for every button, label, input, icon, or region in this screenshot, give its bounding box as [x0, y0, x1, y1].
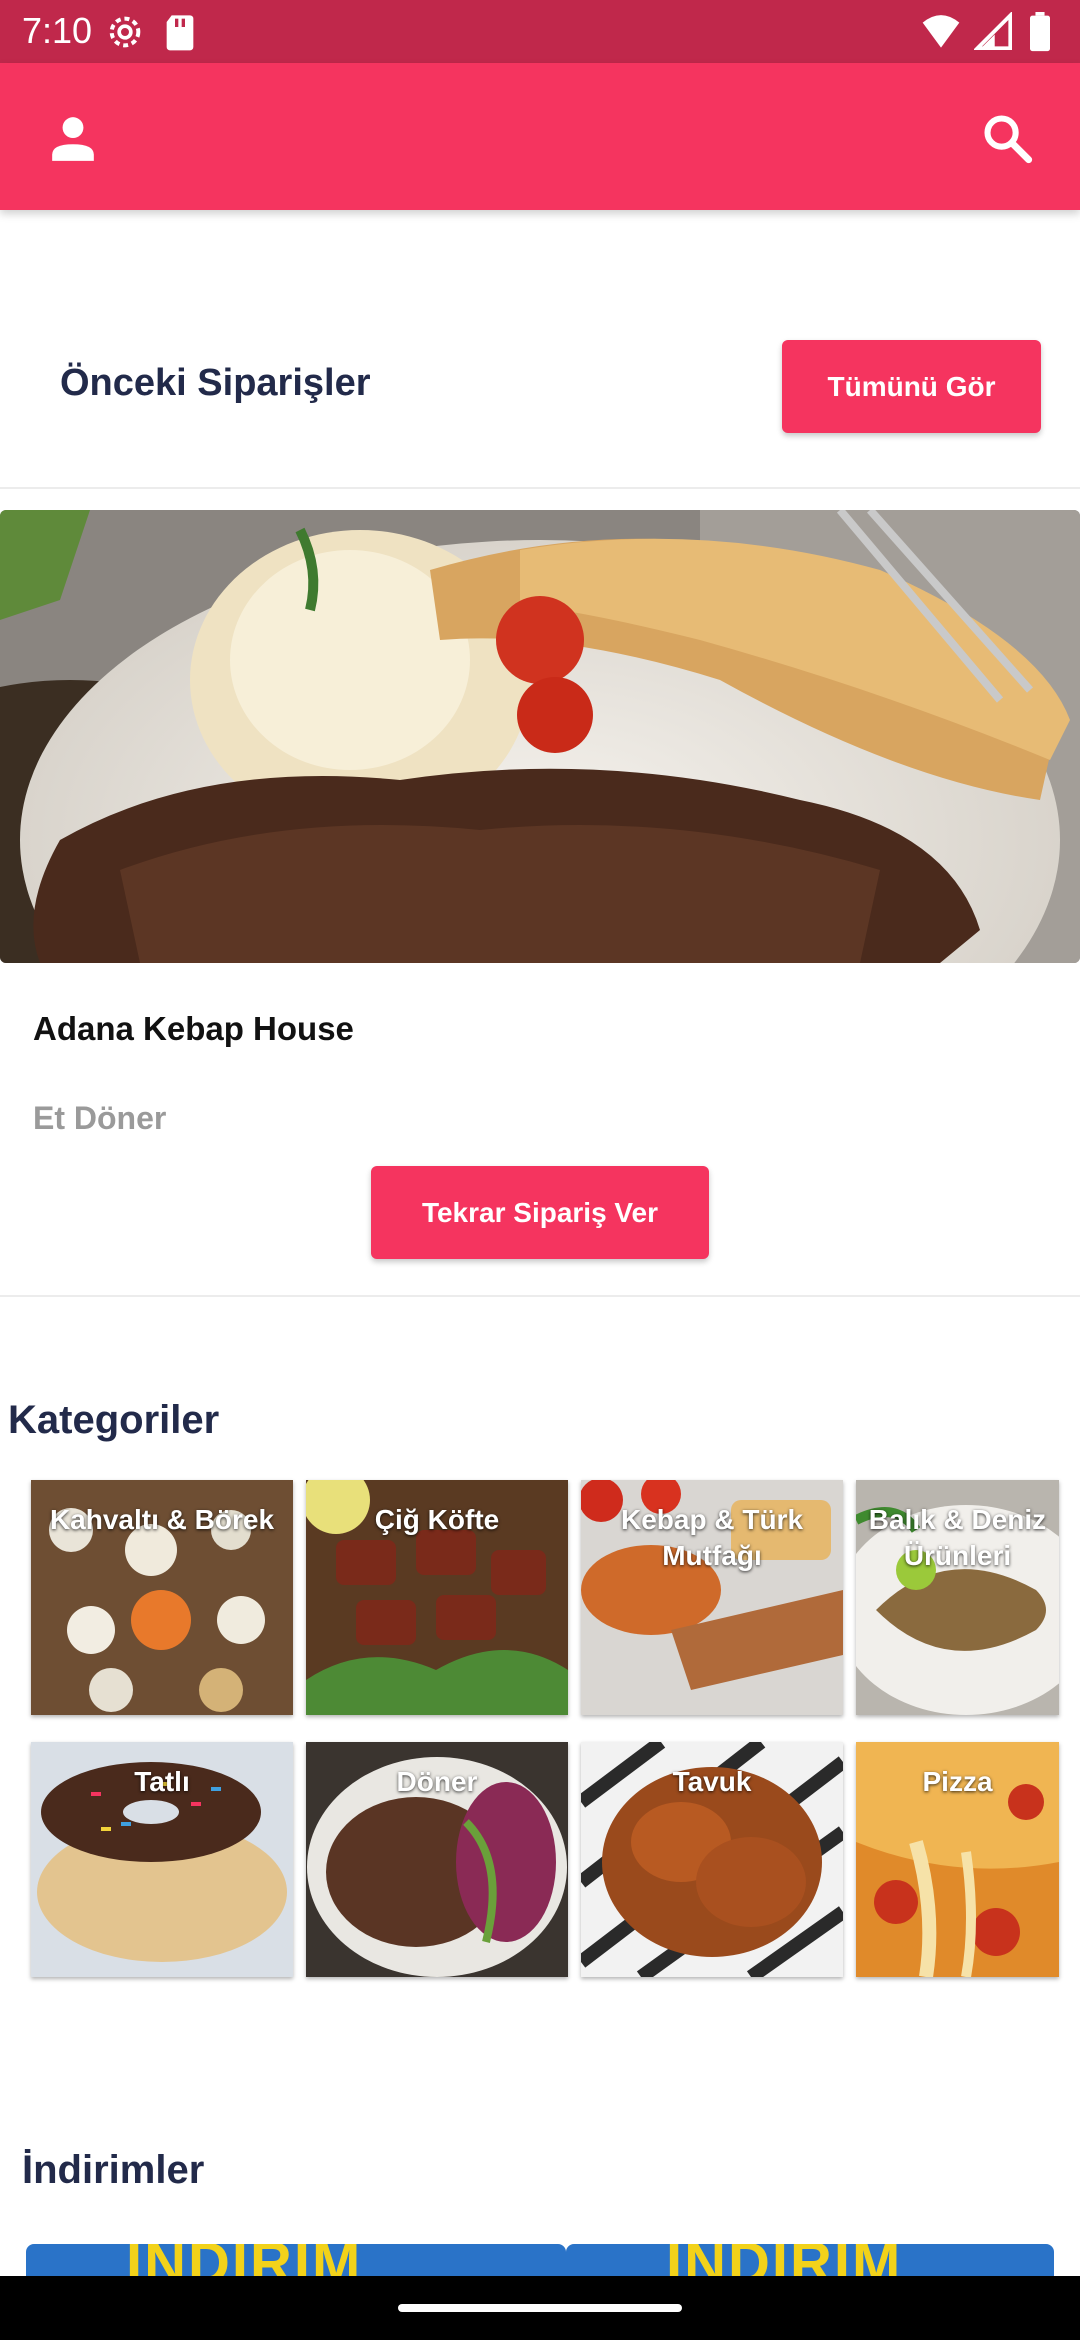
category-label: Pizza — [922, 1766, 993, 1797]
category-label: Çiğ Köfte — [374, 1504, 500, 1535]
category-tile-pizza[interactable]: Pizza — [856, 1742, 1059, 1977]
app-bar — [0, 63, 1080, 210]
category-label: Tatlı — [134, 1766, 190, 1797]
category-label: Tavuk — [672, 1766, 752, 1797]
category-label: Döner — [396, 1766, 478, 1797]
home-gesture-handle[interactable] — [398, 2304, 682, 2312]
settings-icon — [109, 16, 141, 48]
status-time: 7:10 — [22, 10, 93, 51]
category-tile-kebab[interactable]: Kebap & Türk Mutfağı — [581, 1480, 843, 1715]
category-tile-fish[interactable]: Balık & Deniz Ürünleri — [856, 1480, 1059, 1715]
category-tile-chicken[interactable]: Tavuk — [581, 1742, 843, 1977]
signal-icon — [972, 10, 1012, 51]
search-button[interactable] — [972, 103, 1042, 173]
doner-plate-image — [0, 510, 1080, 963]
category-label: Kahvaltı & Börek — [49, 1504, 275, 1535]
discount-banner[interactable]: İNDİRİM — [26, 2244, 566, 2276]
discounts-title: İndirimler — [22, 2148, 205, 2192]
order-image[interactable] — [0, 510, 1080, 963]
profile-button[interactable] — [38, 103, 108, 173]
status-bar: 7:10 — [0, 0, 1080, 63]
battery-icon — [1030, 12, 1050, 52]
category-tile-cig-kofte[interactable]: Çiğ Köfte — [306, 1480, 568, 1715]
sd-card-icon — [167, 15, 194, 51]
categories-grid: Kahvaltı & Börek Çiğ Köfte Kebap & Türk … — [31, 1480, 1080, 1980]
category-tile-breakfast[interactable]: Kahvaltı & Börek — [31, 1480, 293, 1715]
status-icons-right — [921, 10, 1052, 52]
discount-banner[interactable]: İNDİRİM — [566, 2244, 1054, 2276]
discount-banner-text: İNDİRİM — [126, 2244, 362, 2276]
reorder-button[interactable]: Tekrar Sipariş Ver — [371, 1166, 709, 1259]
category-label: Balık & Deniz Ürünleri — [868, 1504, 1047, 1571]
person-icon — [52, 117, 94, 161]
categories-title: Kategoriler — [8, 1398, 220, 1442]
wifi-icon — [922, 15, 960, 48]
system-nav-bar — [0, 2276, 1080, 2340]
discount-banner-text: İNDİRİM — [666, 2244, 902, 2276]
order-restaurant-name: Adana Kebap House — [33, 1010, 354, 1047]
status-icons-left — [105, 12, 197, 52]
divider — [0, 487, 1080, 489]
category-tile-doner[interactable]: Döner — [306, 1742, 568, 1977]
order-item-name: Et Döner — [33, 1100, 167, 1136]
category-label: Kebap & Türk Mutfağı — [620, 1504, 804, 1571]
divider — [0, 1295, 1080, 1297]
see-all-button[interactable]: Tümünü Gör — [782, 340, 1041, 433]
previous-orders-title: Önceki Siparişler — [60, 362, 371, 404]
category-tile-dessert[interactable]: Tatlı — [31, 1742, 293, 1977]
search-icon — [984, 115, 1033, 164]
